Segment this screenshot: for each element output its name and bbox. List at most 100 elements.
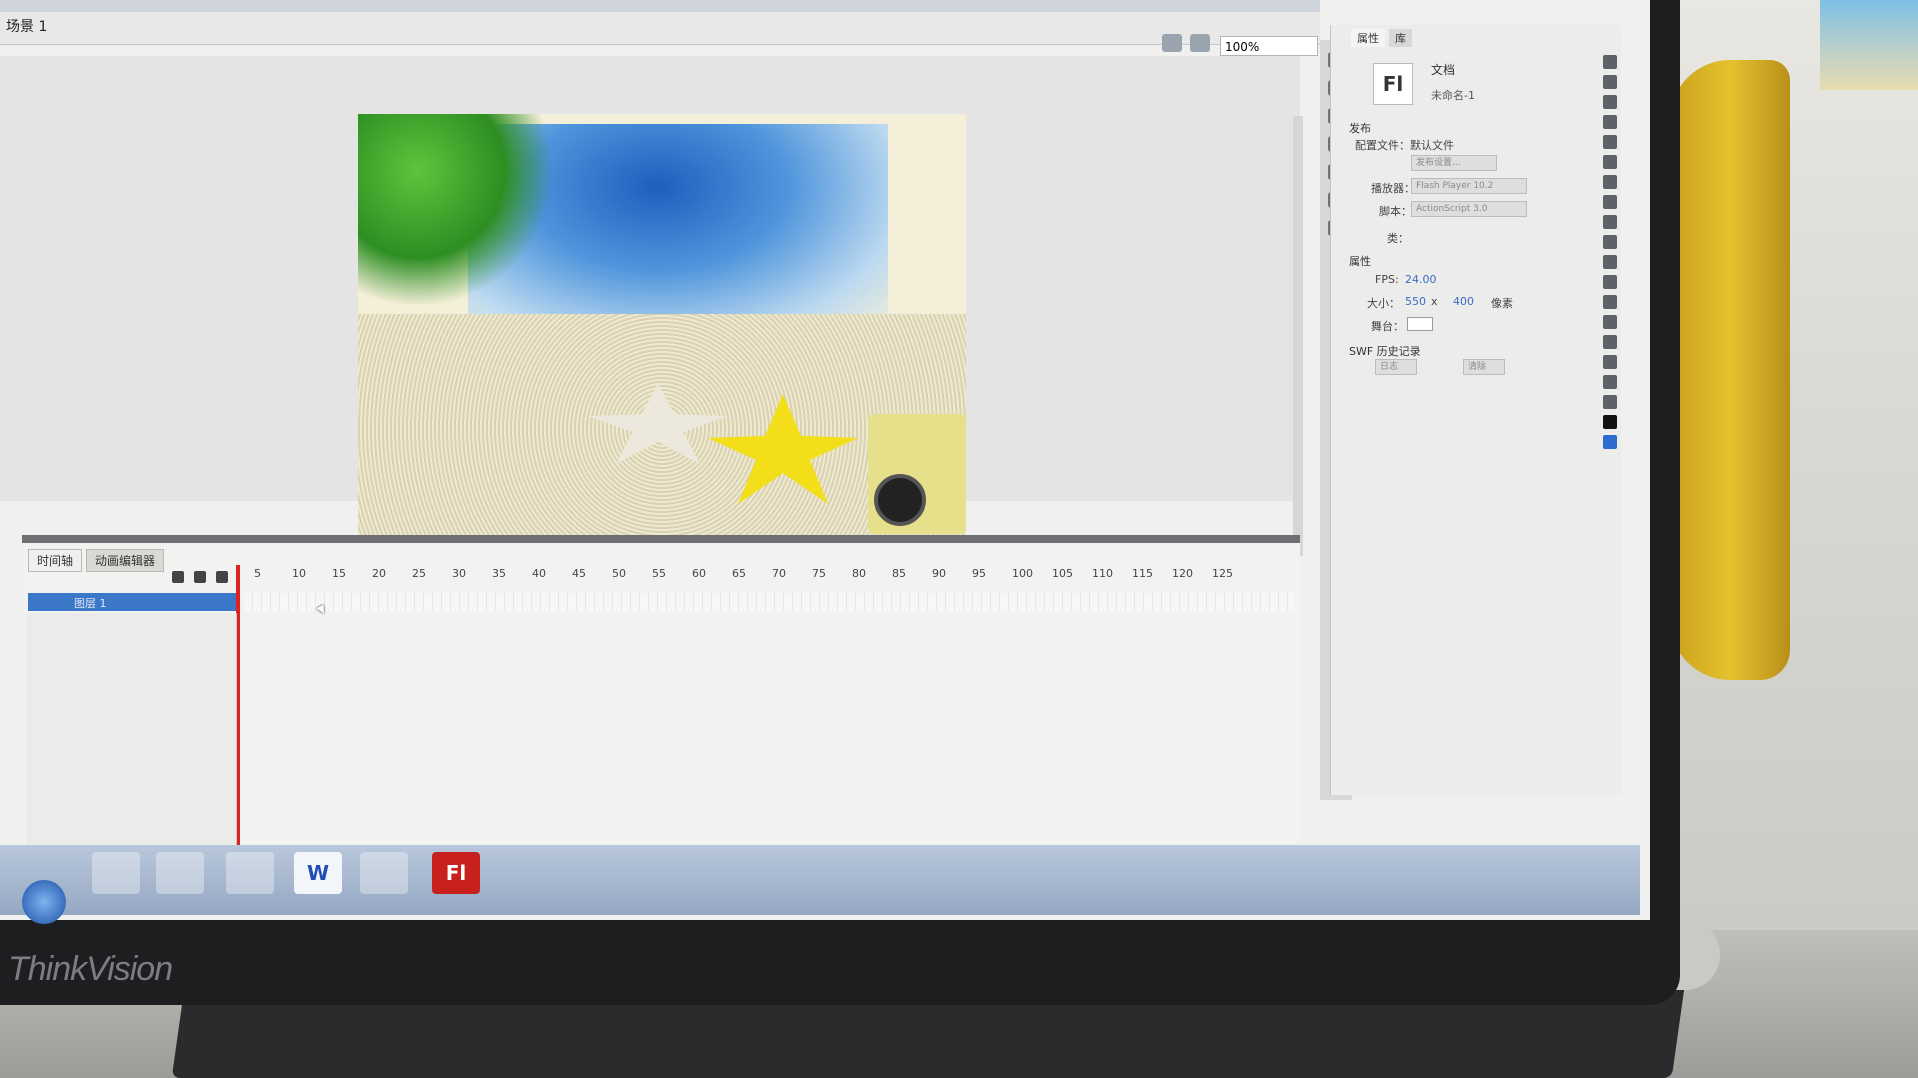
profile-label: 配置文件：默认文件 xyxy=(1355,139,1454,152)
ruler-tick: 50 xyxy=(612,567,626,580)
eye-icon[interactable] xyxy=(172,571,184,583)
script-label: 脚本： xyxy=(1379,205,1412,218)
text-tool-icon[interactable] xyxy=(1603,175,1617,189)
pen-tool-icon[interactable] xyxy=(1603,155,1617,169)
background-photo xyxy=(1820,0,1918,90)
paint-bucket-tool-icon[interactable] xyxy=(1603,315,1617,329)
camera-image xyxy=(868,414,966,534)
class-label: 类： xyxy=(1387,232,1409,245)
swf-clear-button[interactable]: 清除 xyxy=(1463,359,1505,375)
title-bar xyxy=(0,0,1320,12)
ruler-tick: 85 xyxy=(892,567,906,580)
publish-settings-button[interactable]: 发布设置... xyxy=(1411,155,1497,171)
ruler-tick: 120 xyxy=(1172,567,1193,580)
taskbar-browser-icon[interactable] xyxy=(226,852,274,894)
ruler-tick: 45 xyxy=(572,567,586,580)
background-chair xyxy=(1670,60,1790,680)
deco-tool-icon[interactable] xyxy=(1603,275,1617,289)
swf-history-header[interactable]: SWF 历史记录 xyxy=(1349,343,1421,359)
camera-lens xyxy=(874,474,926,526)
taskbar-flash-icon[interactable]: Fl xyxy=(432,852,480,894)
stage-canvas[interactable] xyxy=(358,114,966,544)
ruler-tick: 95 xyxy=(972,567,986,580)
stage-area xyxy=(0,56,1303,568)
lock-icon[interactable] xyxy=(194,571,206,583)
player-select[interactable]: Flash Player 10.2 xyxy=(1411,178,1527,194)
ruler-tick: 60 xyxy=(692,567,706,580)
document-name: 未命名-1 xyxy=(1431,89,1475,102)
frame-strip[interactable] xyxy=(244,593,1294,611)
edit-symbol-icon[interactable] xyxy=(1190,34,1210,52)
tab-timeline[interactable]: 时间轴 xyxy=(28,549,83,572)
rectangle-tool-icon[interactable] xyxy=(1603,215,1617,229)
tools-panel xyxy=(1595,55,1625,675)
eyedropper-tool-icon[interactable] xyxy=(1603,335,1617,349)
fps-label: FPS: xyxy=(1375,273,1399,286)
layer-row[interactable]: 图层 1 xyxy=(28,593,236,611)
ruler-tick: 15 xyxy=(332,567,346,580)
tab-motion-editor[interactable]: 动画编辑器 xyxy=(86,549,165,572)
ruler-tick: 70 xyxy=(772,567,786,580)
fill-color-icon[interactable] xyxy=(1603,435,1617,449)
ruler-tick: 55 xyxy=(652,567,666,580)
layer-list xyxy=(26,613,237,863)
hand-tool-icon[interactable] xyxy=(1603,375,1617,389)
properties-section-header[interactable]: 属性 xyxy=(1349,253,1371,269)
timeline-panel: 时间轴 动画编辑器 5 10 15 20 25 30 35 40 45 50 5… xyxy=(22,535,1300,873)
free-transform-tool-icon[interactable] xyxy=(1603,95,1617,109)
stroke-color-icon[interactable] xyxy=(1603,415,1617,429)
ruler-tick: 110 xyxy=(1092,567,1113,580)
ruler-tick: 100 xyxy=(1012,567,1033,580)
ruler-tick: 10 xyxy=(292,567,306,580)
timeline-tabs: 时间轴 动画编辑器 xyxy=(28,549,165,572)
zoom-tool-icon[interactable] xyxy=(1603,395,1617,409)
edit-scene-icon[interactable] xyxy=(1162,34,1182,52)
taskbar-explorer-icon[interactable] xyxy=(156,852,204,894)
ruler-tick: 90 xyxy=(932,567,946,580)
stage-color-label: 舞台： xyxy=(1371,320,1404,333)
layer-name[interactable]: 图层 1 xyxy=(74,595,107,611)
outline-icon[interactable] xyxy=(216,571,228,583)
size-height[interactable]: 400 xyxy=(1453,295,1474,308)
fps-value[interactable]: 24.00 xyxy=(1405,273,1437,286)
ruler-tick: 105 xyxy=(1052,567,1073,580)
eraser-tool-icon[interactable] xyxy=(1603,355,1617,369)
flash-document-icon: Fl xyxy=(1373,63,1413,105)
document-type-label: 文档 xyxy=(1431,63,1456,77)
subselection-tool-icon[interactable] xyxy=(1603,75,1617,89)
screen: 场景 1 100% 时间轴 动画编辑器 5 10 15 20 25 30 35 … xyxy=(0,0,1650,920)
ruler-tick: 5 xyxy=(254,567,261,580)
size-label: 大小： xyxy=(1367,297,1400,310)
taskbar-app-icon[interactable] xyxy=(92,852,140,894)
line-tool-icon[interactable] xyxy=(1603,195,1617,209)
ruler-tick: 40 xyxy=(532,567,546,580)
3d-rotation-tool-icon[interactable] xyxy=(1603,115,1617,129)
taskbar-user-icon[interactable] xyxy=(360,852,408,894)
publish-section-header[interactable]: 发布 xyxy=(1349,120,1371,136)
scene-label[interactable]: 场景 1 xyxy=(6,16,47,36)
properties-panel: 属性 库 Fl 文档 未命名-1 发布 配置文件：默认文件 发布设置... 播放… xyxy=(1330,25,1621,795)
ruler-tick: 80 xyxy=(852,567,866,580)
script-select[interactable]: ActionScript 3.0 xyxy=(1411,201,1527,217)
tab-library[interactable]: 库 xyxy=(1389,29,1412,47)
layer-toggle-icons xyxy=(172,571,228,583)
brush-tool-icon[interactable] xyxy=(1603,255,1617,269)
start-button-icon[interactable] xyxy=(22,880,66,924)
ruler-tick: 20 xyxy=(372,567,386,580)
ruler-tick: 75 xyxy=(812,567,826,580)
zoom-select[interactable]: 100% xyxy=(1220,36,1318,56)
swf-log-button[interactable]: 日志 xyxy=(1375,359,1417,375)
ruler-tick: 125 xyxy=(1212,567,1233,580)
stage-color-swatch[interactable] xyxy=(1407,317,1433,331)
pencil-tool-icon[interactable] xyxy=(1603,235,1617,249)
ruler-tick: 115 xyxy=(1132,567,1153,580)
taskbar-word-icon[interactable]: W xyxy=(294,852,342,894)
lasso-tool-icon[interactable] xyxy=(1603,135,1617,149)
stage-scrollbar[interactable] xyxy=(1293,116,1303,556)
bone-tool-icon[interactable] xyxy=(1603,295,1617,309)
scene-bar: 场景 1 xyxy=(0,12,1320,45)
selection-tool-icon[interactable] xyxy=(1603,55,1617,69)
monitor-brand: ThinkVision xyxy=(8,950,173,988)
size-width[interactable]: 550 xyxy=(1405,295,1426,308)
tab-properties[interactable]: 属性 xyxy=(1351,29,1385,47)
